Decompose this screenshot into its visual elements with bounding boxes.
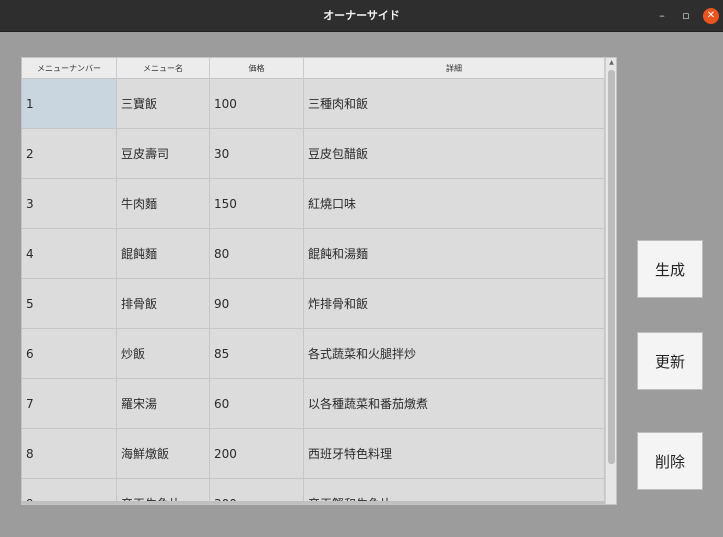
cell-menu-name[interactable]: 海鮮燉飯: [117, 429, 210, 479]
table-row[interactable]: 7 羅宋湯 60 以各種蔬菜和番茄燉煮: [22, 379, 605, 429]
cell-details[interactable]: 西班牙特色料理: [304, 429, 605, 479]
cell-price[interactable]: 100: [210, 79, 304, 129]
cell-menu-name[interactable]: 排骨飯: [117, 279, 210, 329]
cell-menu-number[interactable]: 8: [22, 429, 117, 479]
cell-menu-name[interactable]: 餛飩麵: [117, 229, 210, 279]
cell-menu-name[interactable]: 三寶飯: [117, 79, 210, 129]
table-row[interactable]: 1 三寶飯 100 三種肉和飯: [22, 79, 605, 129]
minimize-icon[interactable]: –: [654, 8, 670, 24]
cell-price[interactable]: 150: [210, 179, 304, 229]
table-row[interactable]: 2 豆皮壽司 30 豆皮包醋飯: [22, 129, 605, 179]
table-row[interactable]: 3 牛肉麵 150 紅燒口味: [22, 179, 605, 229]
header-details[interactable]: 詳細: [304, 58, 605, 79]
delete-button[interactable]: 削除: [637, 432, 703, 490]
table-row[interactable]: 8 海鮮燉飯 200 西班牙特色料理: [22, 429, 605, 479]
header-menu-number[interactable]: メニューナンバー: [22, 58, 117, 79]
cell-menu-number[interactable]: 5: [22, 279, 117, 329]
scrollbar-thumb[interactable]: [608, 70, 615, 464]
scroll-up-icon[interactable]: ▲: [608, 60, 615, 66]
cell-menu-name[interactable]: 羅宋湯: [117, 379, 210, 429]
cell-price[interactable]: 80: [210, 229, 304, 279]
window-title: オーナーサイド: [323, 9, 400, 22]
header-menu-name[interactable]: メニュー名: [117, 58, 210, 79]
cell-menu-name[interactable]: 牛肉麵: [117, 179, 210, 229]
vertical-scrollbar[interactable]: ▲: [605, 58, 616, 504]
maximize-icon[interactable]: ▫: [678, 8, 694, 24]
create-button[interactable]: 生成: [637, 240, 703, 298]
cell-menu-name[interactable]: 豆皮壽司: [117, 129, 210, 179]
cell-menu-number[interactable]: 6: [22, 329, 117, 379]
cell-price[interactable]: 90: [210, 279, 304, 329]
cell-menu-number[interactable]: 1: [22, 79, 117, 129]
table-row[interactable]: 5 排骨飯 90 炸排骨和飯: [22, 279, 605, 329]
cell-details[interactable]: 三種肉和飯: [304, 79, 605, 129]
table-row[interactable]: 4 餛飩麵 80 餛飩和湯麵: [22, 229, 605, 279]
cell-details[interactable]: 餛飩和湯麵: [304, 229, 605, 279]
cell-details[interactable]: 以各種蔬菜和番茄燉煮: [304, 379, 605, 429]
cell-details[interactable]: 炸排骨和飯: [304, 279, 605, 329]
cell-details[interactable]: 紅燒口味: [304, 179, 605, 229]
cell-price[interactable]: 200: [210, 429, 304, 479]
cell-menu-number[interactable]: 4: [22, 229, 117, 279]
cell-price[interactable]: 60: [210, 379, 304, 429]
cell-details[interactable]: 各式蔬菜和火腿拌炒: [304, 329, 605, 379]
table-row[interactable]: 6 炒飯 85 各式蔬菜和火腿拌炒: [22, 329, 605, 379]
menu-table[interactable]: メニューナンバー メニュー名 価格 詳細 1 三寶飯 100 三種肉和飯 2 豆皮壽司 30…: [21, 57, 617, 505]
cell-menu-number[interactable]: 2: [22, 129, 117, 179]
cell-details[interactable]: 豆皮包醋飯: [304, 129, 605, 179]
cell-menu-number[interactable]: 7: [22, 379, 117, 429]
table-header: メニューナンバー メニュー名 価格 詳細: [22, 58, 605, 79]
cell-price[interactable]: 30: [210, 129, 304, 179]
close-icon[interactable]: ✕: [703, 8, 719, 24]
cell-menu-name[interactable]: 炒飯: [117, 329, 210, 379]
title-bar[interactable]: オーナーサイド – ▫ ✕: [0, 0, 723, 32]
horizontal-scrollbar[interactable]: [22, 501, 605, 504]
cell-price[interactable]: 85: [210, 329, 304, 379]
app-window: オーナーサイド – ▫ ✕ メニューナンバー メニュー名 価格 詳細 1 三寶飯 1…: [0, 0, 723, 537]
update-button[interactable]: 更新: [637, 332, 703, 390]
cell-menu-number[interactable]: 3: [22, 179, 117, 229]
header-price[interactable]: 価格: [210, 58, 304, 79]
